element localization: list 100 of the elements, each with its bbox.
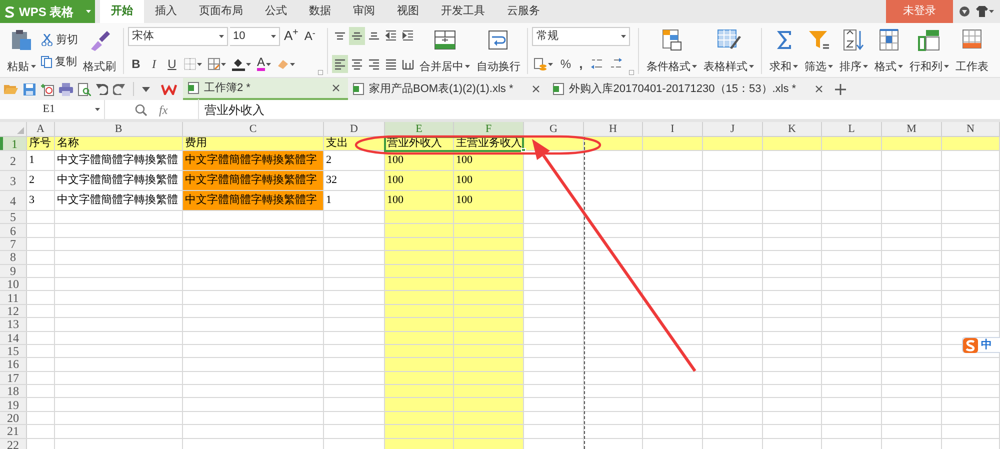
column-header[interactable]: G <box>524 122 584 136</box>
row-header[interactable]: 10 <box>0 278 27 290</box>
bold-button[interactable]: B <box>128 55 144 73</box>
row-header[interactable]: 4 <box>0 191 27 210</box>
font-size-dropdown[interactable]: 10 <box>230 26 280 46</box>
rows-columns-button[interactable]: 行和列 <box>906 25 952 75</box>
row-header[interactable]: 1 <box>0 137 27 150</box>
row-header[interactable]: 9 <box>0 264 27 277</box>
document-tab[interactable]: 工作簿2 * <box>183 78 348 100</box>
merge-center-button[interactable]: 合并居中 <box>416 25 474 75</box>
currency-format-button[interactable] <box>532 55 556 73</box>
copy-button[interactable]: 复制 <box>39 51 80 73</box>
menu-tab[interactable]: 云服务 <box>496 0 551 23</box>
document-tab[interactable]: 家用产品BOM表(1)(2)(1).xls * <box>348 78 548 100</box>
print-preview-button[interactable] <box>78 82 91 96</box>
dialog-launcher-icon <box>318 70 324 75</box>
shrink-font-button[interactable]: A$^{-}$ <box>302 27 318 45</box>
comma-button[interactable]: , <box>576 54 586 74</box>
redo-button[interactable] <box>113 83 125 95</box>
wrap-text-button[interactable]: 自动换行 <box>473 25 524 75</box>
input-method-bar[interactable]: 中 <box>962 337 1000 353</box>
caret-icon <box>465 65 470 68</box>
row-header[interactable]: 2 <box>0 151 27 170</box>
column-header[interactable]: E <box>385 122 454 136</box>
filter-button[interactable]: 筛选 <box>801 25 836 75</box>
column-header[interactable]: B <box>55 122 183 136</box>
caret-icon <box>219 34 224 38</box>
document-tab[interactable]: 外购入库20170401-20171230（15：53）.xls * <box>548 78 832 100</box>
format-button[interactable]: 格式 <box>871 25 906 75</box>
row-header[interactable]: 3 <box>0 171 27 190</box>
column-header[interactable]: L <box>822 122 882 136</box>
column-header[interactable]: N <box>942 122 1000 136</box>
save-button[interactable] <box>23 82 36 96</box>
outdent-icon <box>385 30 398 42</box>
grow-font-button[interactable]: A$^{+}$ <box>282 26 300 46</box>
row-header[interactable]: 7 <box>0 238 27 250</box>
menu-tab[interactable]: 开始 <box>100 0 144 23</box>
underline-button[interactable]: U <box>164 55 180 73</box>
row-header[interactable]: 17 <box>0 372 27 384</box>
row-header[interactable]: 22 <box>0 438 27 449</box>
row-header[interactable]: 5 <box>0 211 27 224</box>
column-header[interactable]: F <box>454 122 524 136</box>
row-header[interactable]: 16 <box>0 358 27 371</box>
paste-button[interactable]: 粘贴 <box>4 25 39 75</box>
row-header[interactable]: 20 <box>0 412 27 424</box>
menu-tab[interactable]: 页面布局 <box>188 0 254 23</box>
column-header[interactable]: K <box>763 122 822 136</box>
row-header[interactable]: 8 <box>0 251 27 264</box>
row-header[interactable]: 19 <box>0 398 27 411</box>
number-format: 常规 <box>536 28 558 44</box>
name-box[interactable]: E1 <box>0 100 105 119</box>
menu-tab[interactable]: 视图 <box>386 0 430 23</box>
row-header[interactable]: 6 <box>0 224 27 237</box>
number-format-dropdown[interactable]: 常规 <box>532 26 630 46</box>
table-cell: 序号 <box>27 137 55 150</box>
horizontal-align-button[interactable] <box>332 55 348 73</box>
font-name-dropdown[interactable]: 宋体 <box>128 26 228 46</box>
sort-icon <box>842 29 865 51</box>
sum-button[interactable]: 求和 <box>766 25 802 75</box>
customize-button[interactable] <box>142 86 150 92</box>
font-color-button[interactable]: A <box>255 57 274 71</box>
caret-icon <box>266 62 272 66</box>
function-label[interactable]: fx <box>159 100 168 118</box>
cut-button[interactable]: 剪切 <box>39 29 80 51</box>
column-header[interactable]: C <box>183 122 324 136</box>
column-header[interactable]: J <box>703 122 763 136</box>
row-header[interactable]: 15 <box>0 344 27 358</box>
undo-button[interactable] <box>96 83 108 95</box>
column-header[interactable]: H <box>584 122 643 136</box>
menu-tab[interactable]: 公式 <box>254 0 298 23</box>
print-button[interactable] <box>59 82 73 96</box>
vertical-align-button[interactable] <box>349 27 366 45</box>
menu-tab[interactable]: 数据 <box>298 0 342 23</box>
table-style-button[interactable]: 表格样式 <box>700 25 758 75</box>
row-header[interactable]: 21 <box>0 425 27 438</box>
menu-tab[interactable]: 插入 <box>144 0 188 23</box>
italic-button[interactable]: I <box>146 55 162 73</box>
export-button[interactable] <box>41 82 54 96</box>
row-header[interactable]: 13 <box>0 318 27 331</box>
percent-button[interactable]: % <box>558 55 574 73</box>
copy-icon <box>41 56 52 68</box>
conditional-format-button[interactable]: 条件格式 <box>643 25 700 75</box>
row-header[interactable]: 18 <box>0 385 27 398</box>
formula-field[interactable]: 营业外收入 <box>198 98 1000 120</box>
column-header[interactable]: A <box>27 122 55 136</box>
row-header[interactable]: 11 <box>0 291 27 304</box>
caret-icon <box>290 62 296 66</box>
logo-button[interactable] <box>161 84 177 94</box>
format-painter-button[interactable]: 格式刷 <box>80 25 119 75</box>
worksheet-button[interactable]: 工作表 <box>952 25 992 75</box>
row-header[interactable]: 14 <box>0 332 27 344</box>
menu-tab[interactable]: 审阅 <box>342 0 386 23</box>
funnel-icon <box>808 29 830 51</box>
sort-button[interactable]: 排序 <box>836 25 872 75</box>
input-mode-label: 中 <box>981 338 992 353</box>
column-header[interactable]: I <box>643 122 703 136</box>
column-header[interactable]: M <box>882 122 942 136</box>
caret-icon <box>197 62 202 66</box>
menu-tab[interactable]: 开发工具 <box>430 0 496 23</box>
row-header[interactable]: 12 <box>0 304 27 318</box>
